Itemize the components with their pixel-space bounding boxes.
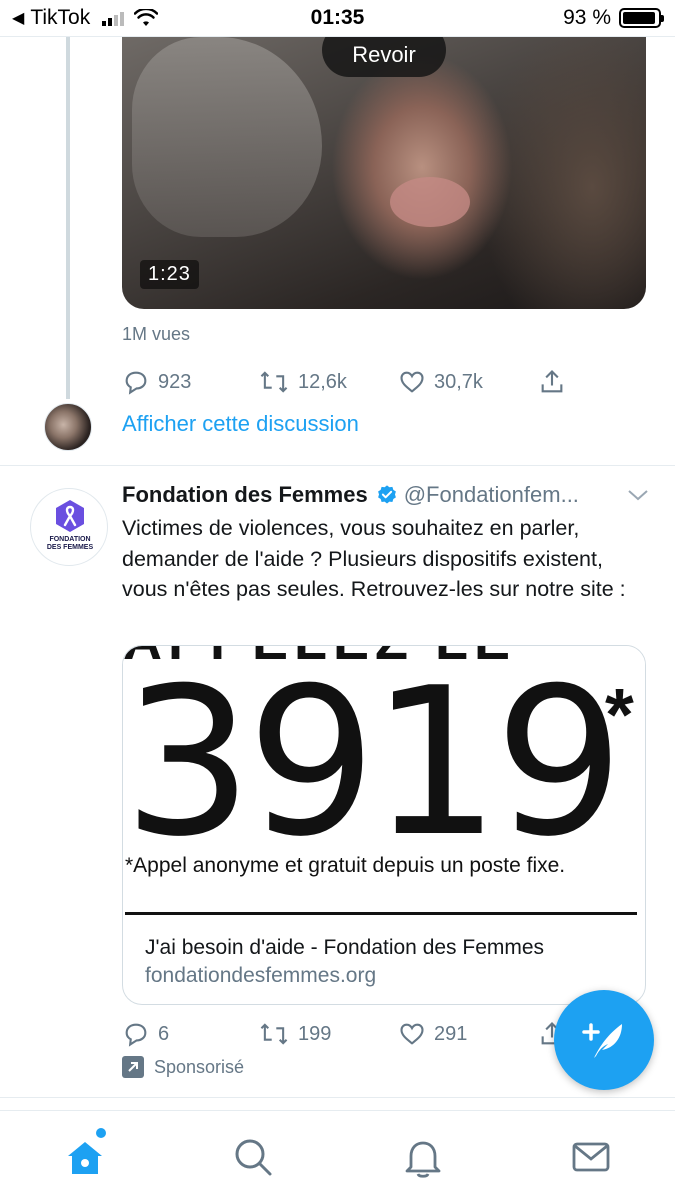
compose-tweet-button[interactable] [554, 990, 654, 1090]
retweet-count: 199 [298, 1022, 332, 1045]
reply-button[interactable]: 6 [122, 1020, 169, 1048]
video-frame-detail [132, 37, 322, 237]
tweet-header: Fondation des Femmes @Fondationfem... [122, 482, 652, 508]
avatar-logo-text: FONDATION DES FEMMES [31, 536, 109, 552]
avatar[interactable]: FONDATION DES FEMMES [30, 488, 108, 566]
heart-icon [400, 371, 424, 393]
reply-count: 6 [158, 1022, 170, 1045]
retweet-count: 12,6k [298, 370, 347, 393]
avatar-logo-line: DES FEMMES [46, 544, 94, 551]
battery-icon [619, 8, 664, 28]
like-count: 30,7k [434, 370, 483, 393]
tweet-text: Victimes de violences, vous souhaitez en… [122, 516, 626, 601]
tab-bar [0, 1110, 675, 1200]
reply-button[interactable]: 923 [122, 368, 191, 396]
tweet-actions: 923 12,6k 30,7k [122, 368, 582, 398]
sponsored-text: Sponsorisé [154, 1056, 245, 1077]
thread-connector-line [66, 37, 70, 399]
retweet-button[interactable]: 199 [258, 1020, 331, 1048]
tweet-divider [0, 465, 675, 466]
messages-icon [572, 1142, 610, 1172]
sponsored-label: Sponsorisé [122, 1056, 244, 1078]
chevron-down-icon[interactable] [626, 486, 650, 504]
tab-notifications[interactable] [401, 1135, 445, 1179]
retweet-icon [260, 371, 288, 393]
compose-feather-icon [582, 1023, 622, 1058]
reply-count: 923 [158, 370, 192, 393]
like-button[interactable]: 30,7k [398, 368, 483, 396]
video-player[interactable]: Revoir 1:23 [122, 37, 646, 309]
reply-icon [125, 1023, 147, 1047]
tweet-divider [0, 1097, 675, 1098]
card-domain: fondationdesfemmes.org [145, 964, 377, 987]
video-duration: 1:23 [140, 260, 199, 289]
avatar-logo-line: FONDATION [49, 536, 91, 543]
tab-home[interactable] [63, 1135, 107, 1179]
author-handle[interactable]: @Fondationfem... [404, 482, 579, 508]
tab-messages[interactable] [569, 1135, 613, 1179]
heart-icon [400, 1023, 424, 1045]
notifications-icon [405, 1141, 441, 1178]
battery-percent: 93 % [563, 6, 611, 29]
author-name[interactable]: Fondation des Femmes [122, 482, 368, 508]
retweet-button[interactable]: 12,6k [258, 368, 347, 396]
retweet-icon [260, 1023, 288, 1045]
card-image: APPELEZ LE 3919 * *Appel anonyme et grat… [123, 646, 645, 918]
link-card[interactable]: APPELEZ LE 3919 * *Appel anonyme et grat… [122, 645, 646, 1005]
reply-icon [125, 371, 147, 395]
battery-status: 93 % [563, 6, 664, 30]
search-icon [235, 1139, 272, 1176]
new-tweets-dot [96, 1128, 106, 1138]
share-button[interactable] [538, 368, 566, 396]
status-bar: ◀ TikTok 01:35 93 % [0, 0, 675, 36]
card-image-asterisk: * [605, 673, 634, 756]
show-thread-link[interactable]: Afficher cette discussion [122, 411, 359, 437]
ribbon-logo-icon [56, 500, 84, 532]
like-count: 291 [434, 1022, 468, 1045]
promoted-icon [122, 1056, 144, 1078]
card-image-note: *Appel anonyme et gratuit depuis un post… [125, 854, 566, 877]
tweet-actions: 6 199 291 [122, 1020, 582, 1050]
card-image-rule [125, 912, 637, 915]
video-frame-detail [390, 177, 470, 227]
like-button[interactable]: 291 [398, 1020, 467, 1048]
replay-button[interactable]: Revoir [322, 37, 446, 77]
verified-badge-icon [377, 485, 396, 504]
home-icon [68, 1142, 102, 1174]
avatar[interactable] [44, 403, 92, 451]
card-title: J'ai besoin d'aide - Fondation des Femme… [145, 936, 545, 959]
tab-search[interactable] [231, 1135, 275, 1179]
card-image-number: 3919 [123, 646, 624, 882]
view-count: 1M vues [122, 324, 191, 344]
share-icon [541, 370, 563, 393]
